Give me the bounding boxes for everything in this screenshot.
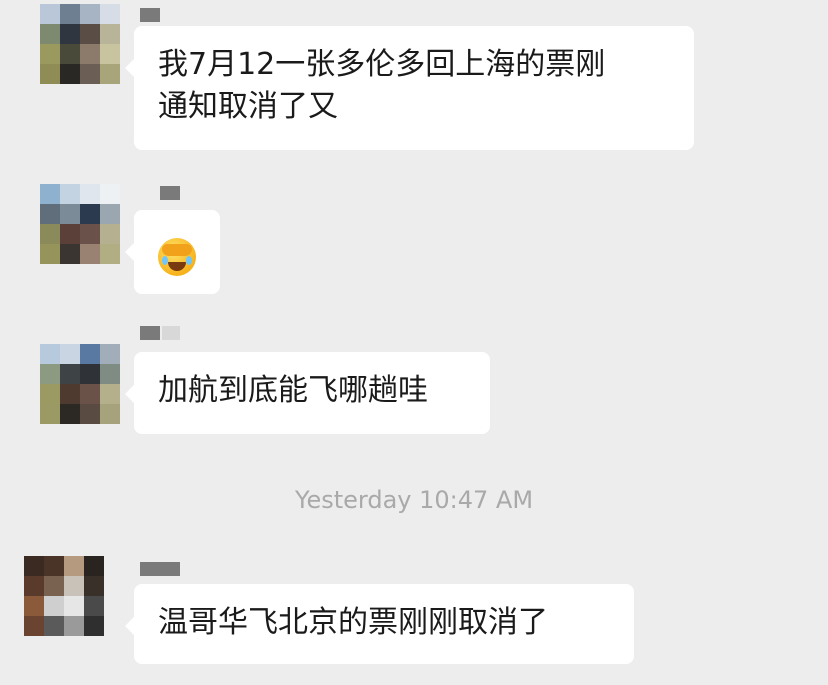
sender-name xyxy=(140,326,160,340)
timestamp: Yesterday 10:47 AM xyxy=(294,486,534,514)
face-with-hand-over-eyes-emoji xyxy=(158,238,196,276)
message-bubble[interactable]: 我7月12一张多伦多回上海的票刚 通知取消了又 xyxy=(125,26,694,150)
message-bubble[interactable]: 温哥华飞北京的票刚刚取消了 xyxy=(125,584,634,664)
avatar[interactable] xyxy=(40,4,120,84)
sender-name-suffix xyxy=(162,326,180,340)
avatar[interactable] xyxy=(40,344,120,424)
message-bubble[interactable]: 加航到底能飞哪趟哇 xyxy=(125,352,490,434)
sender-name xyxy=(140,562,180,576)
avatar[interactable] xyxy=(24,556,104,636)
sender-name xyxy=(140,8,160,22)
avatar[interactable] xyxy=(40,184,120,264)
message-bubble[interactable] xyxy=(125,210,220,294)
sender-name xyxy=(160,186,180,200)
